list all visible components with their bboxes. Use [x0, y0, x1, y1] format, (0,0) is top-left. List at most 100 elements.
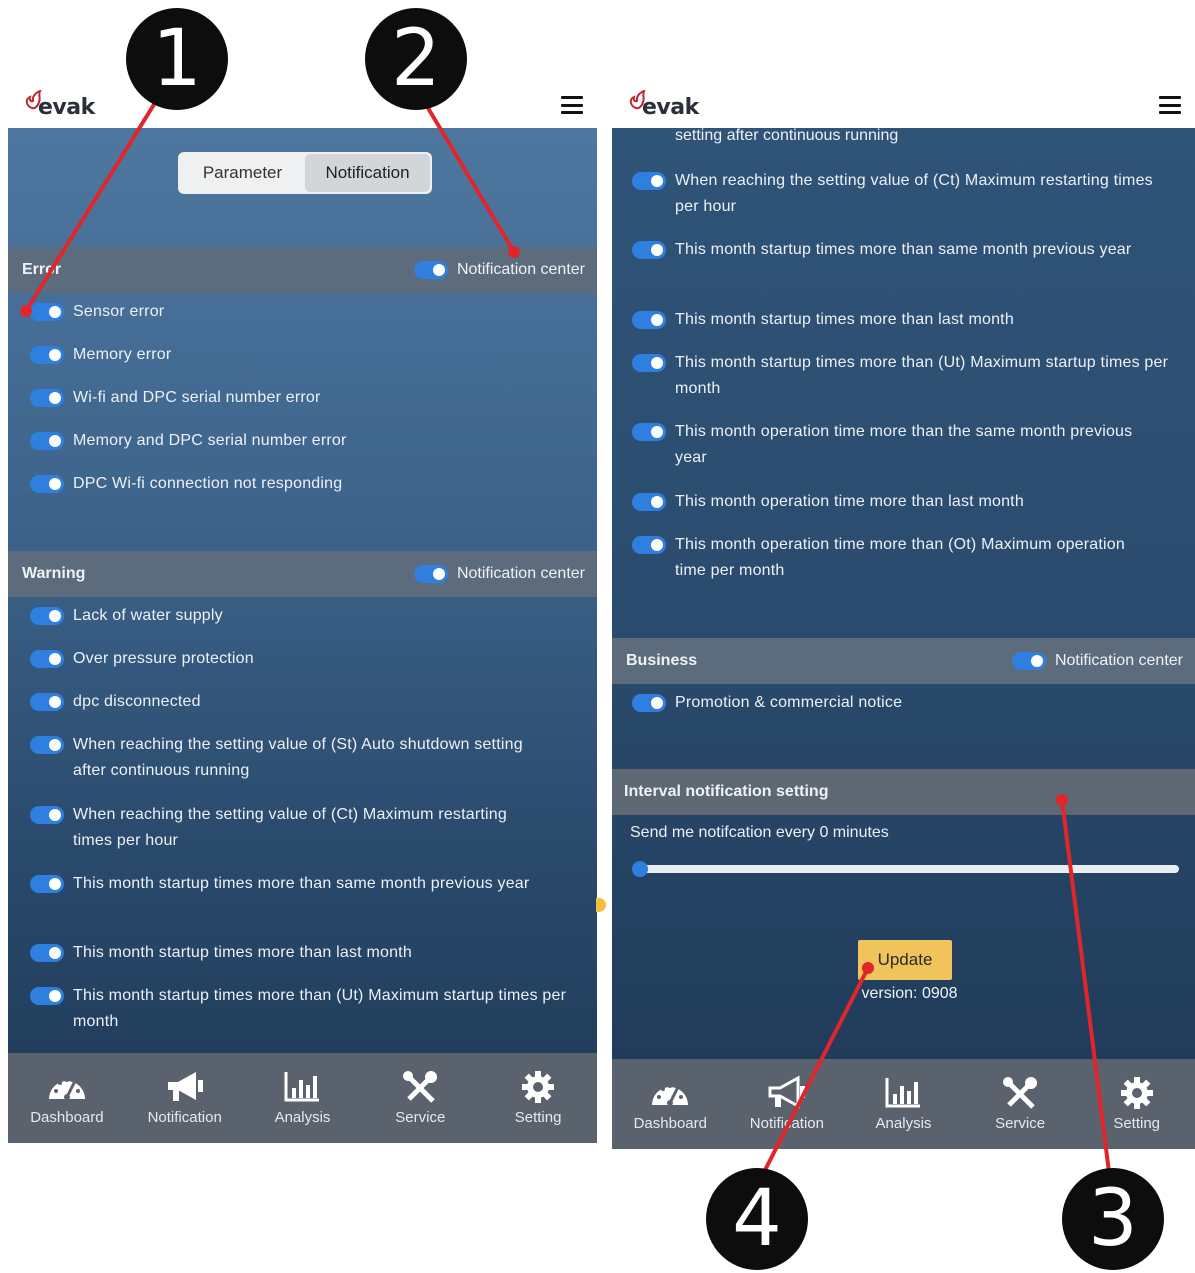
toggle-switch[interactable]: [30, 650, 64, 668]
tab-parameter[interactable]: Parameter: [180, 154, 305, 192]
toggle-switch[interactable]: [30, 389, 64, 407]
list-item[interactable]: dpc disconnected: [30, 689, 583, 715]
notification-center-toggle[interactable]: Notification center: [413, 261, 585, 279]
list-item[interactable]: Lack of water supply: [30, 603, 583, 629]
list-item[interactable]: When reaching the setting value of (Ct) …: [30, 802, 517, 854]
item-label: This month operation time more than (Ot)…: [675, 536, 1125, 579]
toggle-switch[interactable]: [30, 736, 64, 754]
list-item[interactable]: Wi-fi and DPC serial number error: [30, 385, 583, 411]
list-item[interactable]: This month operation time more than (Ot)…: [632, 532, 1135, 584]
menu-icon[interactable]: [561, 96, 583, 114]
notification-content: setting after continuous running When re…: [612, 128, 1195, 1059]
callout-number: 2: [365, 8, 467, 110]
nav-notification[interactable]: Notification: [729, 1059, 846, 1149]
interval-slider[interactable]: [634, 865, 1179, 873]
megaphone-icon: [768, 1075, 805, 1109]
update-button[interactable]: Update: [858, 940, 952, 980]
item-label: Over pressure protection: [73, 650, 254, 667]
nav-setting[interactable]: Setting: [479, 1053, 597, 1143]
item-label: Lack of water supply: [73, 607, 223, 624]
list-item[interactable]: This month startup times more than last …: [30, 940, 583, 966]
list-item[interactable]: This month operation time more than last…: [632, 489, 1181, 515]
list-item[interactable]: When reaching the setting value of (St) …: [30, 732, 557, 784]
notification-center-toggle[interactable]: Notification center: [413, 565, 585, 583]
error-section-header: Error Notification center: [8, 247, 597, 293]
tab-notification[interactable]: Notification: [305, 154, 430, 192]
toggle-switch[interactable]: [30, 875, 64, 893]
brand-logo[interactable]: evak: [626, 90, 699, 122]
toggle-switch[interactable]: [30, 432, 64, 450]
list-item[interactable]: Sensor error: [30, 299, 583, 325]
menu-icon[interactable]: [1159, 96, 1181, 114]
list-item[interactable]: This month startup times more than same …: [632, 237, 1181, 263]
toggle-switch[interactable]: [632, 423, 666, 441]
nav-dashboard[interactable]: Dashboard: [612, 1059, 729, 1149]
toggle-switch[interactable]: [632, 354, 666, 372]
bottom-nav: Dashboard Notification Analysis Service …: [612, 1059, 1195, 1149]
toggle-switch[interactable]: [413, 565, 448, 583]
toggle-switch[interactable]: [30, 607, 64, 625]
left-screen: evak Parameter Notification Error Notifi…: [8, 80, 597, 1143]
nav-setting[interactable]: Setting: [1078, 1059, 1195, 1149]
nav-label: Notification: [147, 1109, 222, 1126]
list-item[interactable]: Memory and DPC serial number error: [30, 428, 583, 454]
version-label: version: 0908: [861, 985, 958, 1002]
interval-section-header: Interval notification setting: [612, 769, 1195, 815]
toggle-switch[interactable]: [30, 806, 64, 824]
list-item[interactable]: When reaching the setting value of (Ct) …: [632, 168, 1181, 220]
list-item[interactable]: This month startup times more than same …: [30, 871, 583, 897]
toggle-switch[interactable]: [1011, 652, 1046, 670]
nav-label: Dashboard: [30, 1109, 104, 1126]
list-item[interactable]: Memory error: [30, 342, 583, 368]
toggle-switch[interactable]: [30, 346, 64, 364]
nav-service[interactable]: Service: [962, 1059, 1079, 1149]
list-item[interactable]: DPC Wi-fi connection not responding: [30, 471, 583, 497]
tools-icon: [403, 1071, 438, 1103]
list-item[interactable]: This month startup times more than (Ut) …: [30, 983, 583, 1035]
toggle-switch[interactable]: [30, 475, 64, 493]
nav-label: Notification: [749, 1115, 824, 1132]
notification-center-toggle[interactable]: Notification center: [1011, 652, 1183, 670]
toggle-switch[interactable]: [632, 493, 666, 511]
list-item[interactable]: This month operation time more than the …: [632, 419, 1155, 471]
nav-dashboard[interactable]: Dashboard: [8, 1053, 126, 1143]
toggle-switch[interactable]: [632, 694, 666, 712]
toggle-switch[interactable]: [632, 536, 666, 554]
nav-label: Service: [395, 1109, 446, 1126]
nav-analysis[interactable]: Analysis: [244, 1053, 362, 1143]
nav-label: Analysis: [875, 1115, 932, 1132]
callout-number: 4: [706, 1168, 808, 1270]
interval-label: Send me notifcation every 0 minutes: [630, 824, 889, 841]
notification-center-label: Notification center: [1054, 652, 1183, 669]
toggle-switch[interactable]: [30, 987, 64, 1005]
slider-handle[interactable]: [632, 861, 648, 877]
item-label: This month startup times more than same …: [73, 875, 530, 892]
nav-analysis[interactable]: Analysis: [845, 1059, 962, 1149]
gear-icon: [1120, 1077, 1153, 1109]
item-label: Memory error: [73, 346, 172, 363]
list-item[interactable]: This month startup times more than last …: [632, 307, 1181, 333]
nav-service[interactable]: Service: [361, 1053, 479, 1143]
brand-logo[interactable]: evak: [22, 90, 95, 122]
toggle-switch[interactable]: [632, 311, 666, 329]
toggle-switch[interactable]: [30, 944, 64, 962]
list-item[interactable]: Over pressure protection: [30, 646, 583, 672]
toggle-switch[interactable]: [30, 693, 64, 711]
item-label: DPC Wi-fi connection not responding: [73, 475, 343, 492]
tools-icon: [1003, 1077, 1038, 1109]
toggle-switch[interactable]: [632, 241, 666, 259]
notification-center-label: Notification center: [456, 261, 585, 278]
bar-chart-icon: [885, 1078, 921, 1108]
toggle-switch[interactable]: [413, 261, 448, 279]
nav-label: Dashboard: [633, 1115, 707, 1132]
list-item[interactable]: Promotion & commercial notice: [632, 690, 1181, 716]
toggle-switch[interactable]: [30, 303, 64, 321]
right-screen: evak setting after continuous running Wh…: [612, 80, 1195, 1149]
list-item[interactable]: This month startup times more than (Ut) …: [632, 350, 1181, 402]
item-label: This month startup times more than last …: [73, 944, 412, 961]
nav-notification[interactable]: Notification: [126, 1053, 244, 1143]
business-section-header: Business Notification center: [612, 638, 1195, 684]
item-label: This month operation time more than last…: [675, 493, 1024, 510]
gear-icon: [522, 1071, 555, 1103]
toggle-switch[interactable]: [632, 172, 666, 190]
